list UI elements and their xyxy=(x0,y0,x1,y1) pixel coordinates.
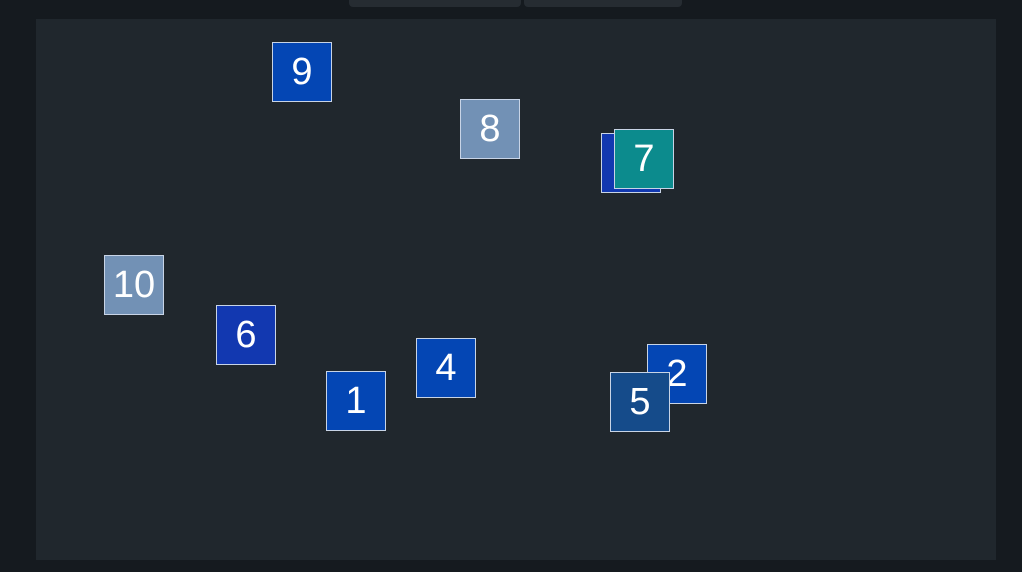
tile-8[interactable]: 8 xyxy=(460,99,520,159)
tile-5[interactable]: 5 xyxy=(610,372,670,432)
game-board: 9 8 7 10 6 4 1 2 5 xyxy=(36,19,996,560)
tile-7[interactable]: 7 xyxy=(614,129,674,189)
game-stage: 9 8 7 10 6 4 1 2 5 xyxy=(0,0,1022,572)
top-tab-2[interactable] xyxy=(524,0,682,7)
tile-1[interactable]: 1 xyxy=(326,371,386,431)
tile-9[interactable]: 9 xyxy=(272,42,332,102)
tile-10[interactable]: 10 xyxy=(104,255,164,315)
top-tab-1[interactable] xyxy=(349,0,521,7)
tile-4[interactable]: 4 xyxy=(416,338,476,398)
tile-6[interactable]: 6 xyxy=(216,305,276,365)
